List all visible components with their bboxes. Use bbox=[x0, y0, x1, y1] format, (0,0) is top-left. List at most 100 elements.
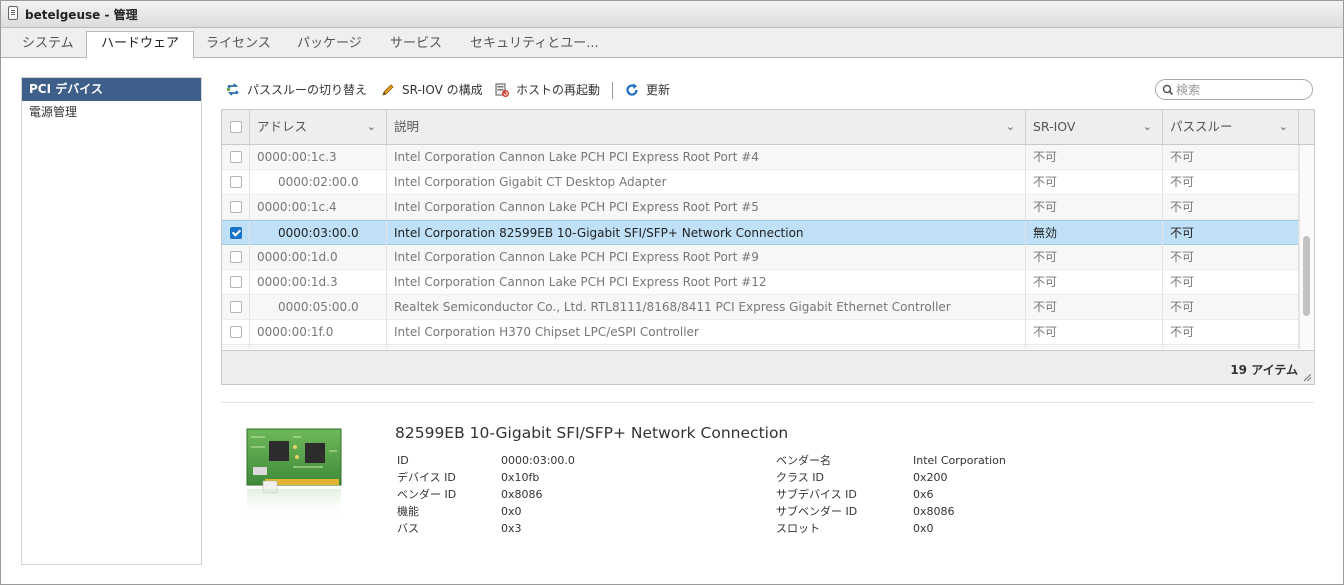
tab-hardware[interactable]: ハードウェア bbox=[86, 31, 195, 59]
cell-passthrough: 不可 bbox=[1163, 170, 1299, 195]
tab-packages[interactable]: パッケージ bbox=[283, 32, 376, 56]
row-checkbox[interactable] bbox=[230, 201, 242, 213]
cell-description: Intel Corporation Cannon Lake PCH PCI Ex… bbox=[387, 145, 1026, 170]
cell-address: 0000:00:1c.3 bbox=[250, 145, 387, 170]
column-header-sriov[interactable]: SR-IOV ⌄ bbox=[1026, 110, 1163, 144]
cell-sriov: 不可 bbox=[1026, 195, 1163, 220]
refresh-icon bbox=[626, 83, 638, 96]
configure-sriov-button[interactable]: SR-IOV の構成 bbox=[380, 79, 483, 101]
chevron-down-icon[interactable]: ⌄ bbox=[1279, 110, 1288, 144]
cell-description: Intel Corporation Cannon Lake PCH PCI Ex… bbox=[387, 245, 1026, 270]
row-checkbox[interactable] bbox=[230, 276, 242, 288]
toggle-passthrough-button[interactable]: パススルーの切り替え bbox=[225, 79, 367, 101]
cell-description: Intel Corporation Cannon Lake PCH PCI Ex… bbox=[387, 270, 1026, 295]
cell-passthrough: 不可 bbox=[1163, 295, 1299, 320]
sidebar-item-power-management[interactable]: 電源管理 bbox=[22, 101, 201, 124]
refresh-button[interactable]: 更新 bbox=[624, 79, 670, 101]
row-select-cell bbox=[222, 145, 250, 170]
row-select-cell bbox=[222, 170, 250, 195]
column-header-description[interactable]: 説明 ⌄ bbox=[387, 110, 1026, 144]
tab-bar: システム ハードウェア ライセンス パッケージ サービス セキュリティとユー..… bbox=[1, 28, 1343, 59]
cell-sriov: 無効 bbox=[1026, 221, 1163, 246]
chevron-down-icon[interactable]: ⌄ bbox=[367, 110, 376, 144]
cell-description: Realtek Semiconductor Co., Ltd. RTL8111/… bbox=[387, 295, 1026, 320]
chevron-down-icon[interactable]: ⌄ bbox=[1143, 110, 1152, 144]
detail-label-id: ID bbox=[397, 454, 409, 467]
cell-address: 0000:00:1c.4 bbox=[250, 195, 387, 220]
cell-address: 0000:00:1d.0 bbox=[250, 245, 387, 270]
search-input[interactable] bbox=[1176, 81, 1306, 98]
chevron-down-icon[interactable]: ⌄ bbox=[1006, 110, 1015, 144]
tab-services[interactable]: サービス bbox=[376, 32, 456, 56]
detail-value-device-id: 0x10fb bbox=[501, 471, 540, 484]
grid-footer: 19 アイテム bbox=[222, 350, 1314, 384]
cell-address: 0000:05:00.0 bbox=[250, 295, 387, 320]
row-checkbox[interactable] bbox=[230, 151, 242, 163]
row-select-cell bbox=[222, 270, 250, 295]
pci-device-grid: アドレス ⌄ 説明 ⌄ SR-IOV ⌄ パススルー ⌄ 0000:00:1c.… bbox=[221, 109, 1315, 385]
cell-description: Intel Corporation H370 Chipset LPC/eSPI … bbox=[387, 320, 1026, 345]
cell-sriov: 不可 bbox=[1026, 145, 1163, 170]
row-select-cell bbox=[222, 295, 250, 320]
column-address-label: アドレス bbox=[257, 119, 308, 134]
device-title: 82599EB 10-Gigabit SFI/SFP+ Network Conn… bbox=[395, 424, 789, 442]
document-icon bbox=[8, 6, 18, 20]
grid-body: 0000:00:1c.3 Intel Corporation Cannon Lak… bbox=[222, 145, 1299, 349]
row-checkbox[interactable] bbox=[230, 251, 242, 263]
sidebar-item-pci-devices[interactable]: PCI デバイス bbox=[22, 78, 201, 101]
detail-label-slot: スロット bbox=[776, 522, 820, 535]
cell-sriov: 不可 bbox=[1026, 270, 1163, 295]
table-row[interactable]: 0000:00:1c.4 Intel Corporation Cannon Lak… bbox=[222, 195, 1299, 220]
column-header-passthrough[interactable]: パススルー ⌄ bbox=[1163, 110, 1299, 144]
row-select-cell bbox=[222, 245, 250, 270]
tab-system[interactable]: システム bbox=[8, 32, 88, 56]
cell-sriov: 不可 bbox=[1026, 295, 1163, 320]
column-header-address[interactable]: アドレス ⌄ bbox=[250, 110, 387, 144]
row-checkbox[interactable] bbox=[230, 326, 242, 338]
detail-label-device-id: デバイス ID bbox=[397, 471, 456, 484]
pencil-icon bbox=[382, 84, 394, 96]
detail-value-subvendor-id: 0x8086 bbox=[913, 505, 955, 518]
tab-security-users[interactable]: セキュリティとユー... bbox=[456, 32, 613, 56]
table-row[interactable]: 0000:02:00.0 Intel Corporation Gigabit CT… bbox=[222, 170, 1299, 195]
table-row[interactable]: 0000:05:00.0 Realtek Semiconductor Co., L… bbox=[222, 295, 1299, 320]
cell-sriov: 不可 bbox=[1026, 345, 1163, 349]
network-card-icon bbox=[246, 428, 342, 519]
table-row[interactable]: 0000:00:1d.3 Intel Corporation Cannon Lak… bbox=[222, 270, 1299, 295]
detail-label-vendor-id: ベンダー ID bbox=[397, 488, 457, 501]
title-bar: betelgeuse - 管理 bbox=[1, 1, 1343, 28]
row-select-cell bbox=[222, 345, 250, 349]
row-checkbox[interactable] bbox=[230, 301, 242, 313]
cell-address: 0000:02:00.0 bbox=[250, 170, 387, 195]
table-row[interactable]: 0000:00:1c.3 Intel Corporation Cannon Lak… bbox=[222, 145, 1299, 170]
table-row[interactable]: 0000:00:1f.0 Intel Corporation H370 Chips… bbox=[222, 320, 1299, 345]
cell-address: 0000:00:1d.3 bbox=[250, 270, 387, 295]
row-checkbox[interactable] bbox=[230, 227, 242, 239]
table-row[interactable]: 0000:03:00.0 Intel Corporation 82599EB 10… bbox=[222, 220, 1299, 246]
search-icon bbox=[1162, 84, 1174, 96]
cell-passthrough: 不可 bbox=[1163, 245, 1299, 270]
column-passthrough-label: パススルー bbox=[1170, 119, 1233, 134]
cell-passthrough: 不可 bbox=[1163, 221, 1299, 246]
table-row[interactable]: 0000:00:1d.0 Intel Corporation Cannon Lak… bbox=[222, 245, 1299, 270]
resize-grip-icon[interactable] bbox=[1304, 374, 1311, 381]
select-all-checkbox[interactable] bbox=[230, 121, 242, 133]
detail-value-function: 0x0 bbox=[501, 505, 522, 518]
vertical-scrollbar[interactable] bbox=[1299, 145, 1314, 349]
cell-passthrough: 不可 bbox=[1163, 145, 1299, 170]
detail-label-subvendor-id: サブベンダー ID bbox=[776, 505, 858, 518]
row-checkbox[interactable] bbox=[230, 176, 242, 188]
cell-passthrough: 不可 bbox=[1163, 270, 1299, 295]
reboot-host-button[interactable]: ホストの再起動 bbox=[494, 79, 600, 101]
cell-address: 0000:03:00.0 bbox=[250, 221, 387, 246]
detail-label-class-id: クラス ID bbox=[776, 471, 824, 484]
tab-license[interactable]: ライセンス bbox=[192, 32, 285, 56]
cell-address: 0000:00:1f.0 bbox=[250, 320, 387, 345]
table-row[interactable]: 0000:00:1f.3Intel Corporation Cannon Lak… bbox=[222, 345, 1299, 349]
scrollbar-thumb[interactable] bbox=[1303, 236, 1310, 316]
row-select-cell bbox=[222, 195, 250, 220]
cell-passthrough: 不可 bbox=[1163, 345, 1299, 349]
window-title: betelgeuse - 管理 bbox=[25, 8, 138, 22]
detail-label-vendor-name: ベンダー名 bbox=[776, 454, 831, 467]
cell-sriov: 不可 bbox=[1026, 320, 1163, 345]
